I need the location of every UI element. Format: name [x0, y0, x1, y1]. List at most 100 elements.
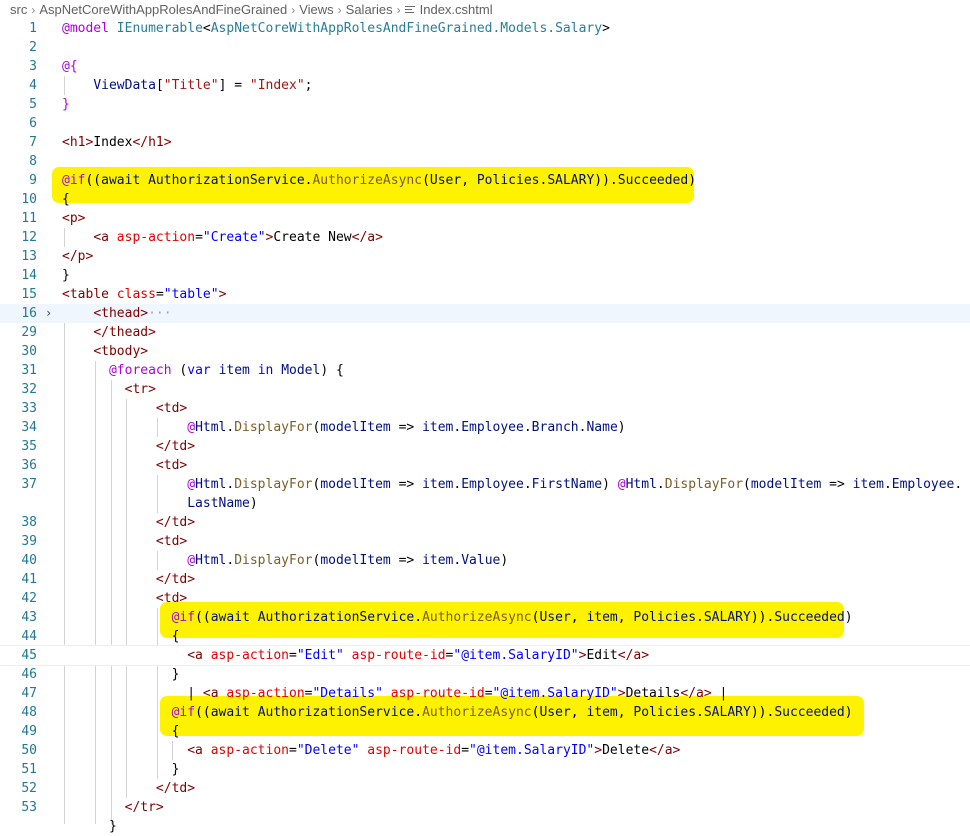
breadcrumb-project[interactable]: AspNetCoreWithAppRolesAndFineGrained: [39, 2, 287, 17]
code-line[interactable]: 32 <tr>: [0, 380, 970, 399]
code-token: item: [422, 477, 454, 492]
code-line[interactable]: 31 @foreach (var item in Model) {: [0, 361, 970, 380]
line-number: 16: [21, 306, 37, 321]
code-token: Html: [195, 420, 227, 435]
code-line[interactable]: 2: [0, 38, 970, 57]
code-line[interactable]: 14}: [0, 266, 970, 285]
breadcrumb-file[interactable]: Index.cshtml: [420, 2, 493, 17]
code-line[interactable]: 33 <td>: [0, 399, 970, 418]
code-line[interactable]: 53 </tr>: [0, 798, 970, 817]
code-line[interactable]: 6: [0, 114, 970, 133]
line-number: 31: [21, 363, 37, 378]
code-token: >: [602, 21, 610, 36]
code-line[interactable]: 4 ViewData["Title"] = "Index";: [0, 76, 970, 95]
code-token: <p>: [62, 211, 86, 226]
code-line[interactable]: 10 {: [0, 190, 970, 209]
code-line[interactable]: 43 @if((await AuthorizationService.Autho…: [0, 608, 970, 627]
code-line[interactable]: 12 <a asp-action="Create">Create New</a>: [0, 228, 970, 247]
breadcrumb: src › AspNetCoreWithAppRolesAndFineGrain…: [0, 0, 970, 19]
code-line[interactable]: 42 <td>: [0, 589, 970, 608]
code-line[interactable]: 5}: [0, 95, 970, 114]
line-number: 51: [21, 762, 37, 777]
code-token: ) {: [320, 363, 344, 378]
code-token: =>: [390, 477, 423, 492]
code-token: ): [249, 496, 258, 511]
code-line[interactable]: 51 }: [0, 760, 970, 779]
code-token: </thead>: [93, 325, 156, 340]
code-token: asp-route-id: [351, 648, 446, 663]
code-line[interactable]: 15 <table class="table">: [0, 285, 970, 304]
code-line[interactable]: 34 @Html.DisplayFor(modelItem => item.Em…: [0, 418, 970, 437]
code-token: await: [210, 705, 250, 720]
code-token: .: [414, 610, 423, 625]
code-token: Index: [93, 135, 133, 150]
code-token: "@item.SalaryID": [492, 686, 618, 701]
code-line[interactable]: }: [0, 817, 970, 836]
code-line[interactable]: 8: [0, 152, 970, 171]
code-token: }: [62, 819, 117, 834]
code-editor[interactable]: 1 @model IEnumerable<AspNetCoreWithAppRol…: [0, 19, 970, 834]
code-token: ViewData: [93, 78, 156, 93]
code-token: DisplayFor: [234, 553, 313, 568]
breadcrumb-src[interactable]: src: [10, 2, 27, 17]
code-token: Succeeded: [774, 610, 845, 625]
code-line[interactable]: 40 @Html.DisplayFor(modelItem => item.Va…: [0, 551, 970, 570]
chevron-right-icon: ›: [337, 2, 342, 17]
code-token: "@item.SalaryID": [469, 743, 595, 758]
line-number: 10: [21, 192, 37, 207]
code-line[interactable]: 35 </td>: [0, 437, 970, 456]
code-token: ,: [570, 610, 587, 625]
code-token: ): [844, 705, 853, 720]
code-line[interactable]: 44 {: [0, 627, 970, 646]
code-text: }: [62, 95, 70, 114]
code-token: "table": [163, 287, 219, 302]
code-token: Details: [625, 686, 681, 701]
code-line[interactable]: 3 @{: [0, 57, 970, 76]
code-line[interactable]: 41 </td>: [0, 570, 970, 589]
code-line[interactable]: 9 @if((await AuthorizationService.Authori…: [0, 171, 970, 190]
code-line[interactable]: 1 @model IEnumerable<AspNetCoreWithAppRol…: [0, 19, 970, 38]
code-line[interactable]: 39 <td>: [0, 532, 970, 551]
code-token: </a>: [680, 686, 712, 701]
line-number: 12: [21, 230, 37, 245]
code-token: Model: [281, 363, 321, 378]
code-line[interactable]: 49 {: [0, 722, 970, 741]
code-token: ;: [304, 78, 313, 93]
code-line[interactable]: 47 | <a asp-action = "Details" asp-route-i…: [0, 684, 970, 703]
code-token: @{: [62, 59, 78, 74]
code-text: <tbody>: [62, 342, 148, 361]
code-token: User: [539, 610, 571, 625]
code-line[interactable]: 37 @Html.DisplayFor(modelItem => item.Em…: [0, 475, 970, 494]
code-line[interactable]: 38 </td>: [0, 513, 970, 532]
code-line[interactable]: 7 <h1>Index</h1>: [0, 133, 970, 152]
code-line[interactable]: 16 › <thead>···: [0, 304, 970, 323]
file-lines-icon: [404, 5, 415, 14]
code-token: @if: [171, 610, 196, 625]
code-token: @: [187, 477, 196, 492]
code-line[interactable]: 13 </p>: [0, 247, 970, 266]
code-line[interactable]: 11 <p>: [0, 209, 970, 228]
code-line[interactable]: 48 @if((await AuthorizationService.Autho…: [0, 703, 970, 722]
code-text: <table class="table">: [62, 285, 226, 304]
code-text: </tr>: [62, 798, 164, 817]
code-line[interactable]: 30 <tbody>: [0, 342, 970, 361]
breadcrumb-views[interactable]: Views: [299, 2, 333, 17]
line-number: 47: [21, 686, 37, 701]
breadcrumb-salaries[interactable]: Salaries: [346, 2, 393, 17]
code-line[interactable]: 52 </td>: [0, 779, 970, 798]
code-token: asp-route-id: [367, 743, 462, 758]
code-token: <a: [202, 686, 219, 701]
code-line[interactable]: 36 <td>: [0, 456, 970, 475]
code-token: var: [187, 363, 211, 378]
code-line[interactable]: 45 <a asp-action="Edit" asp-route-id="@i…: [0, 645, 970, 666]
code-line[interactable]: 50 <a asp-action="Delete" asp-route-id="…: [0, 741, 970, 760]
code-line[interactable]: 29 </thead>: [0, 323, 970, 342]
code-line[interactable]: LastName): [0, 494, 970, 513]
chevron-right-icon[interactable]: ›: [45, 304, 52, 323]
code-line[interactable]: 46 }: [0, 665, 970, 684]
